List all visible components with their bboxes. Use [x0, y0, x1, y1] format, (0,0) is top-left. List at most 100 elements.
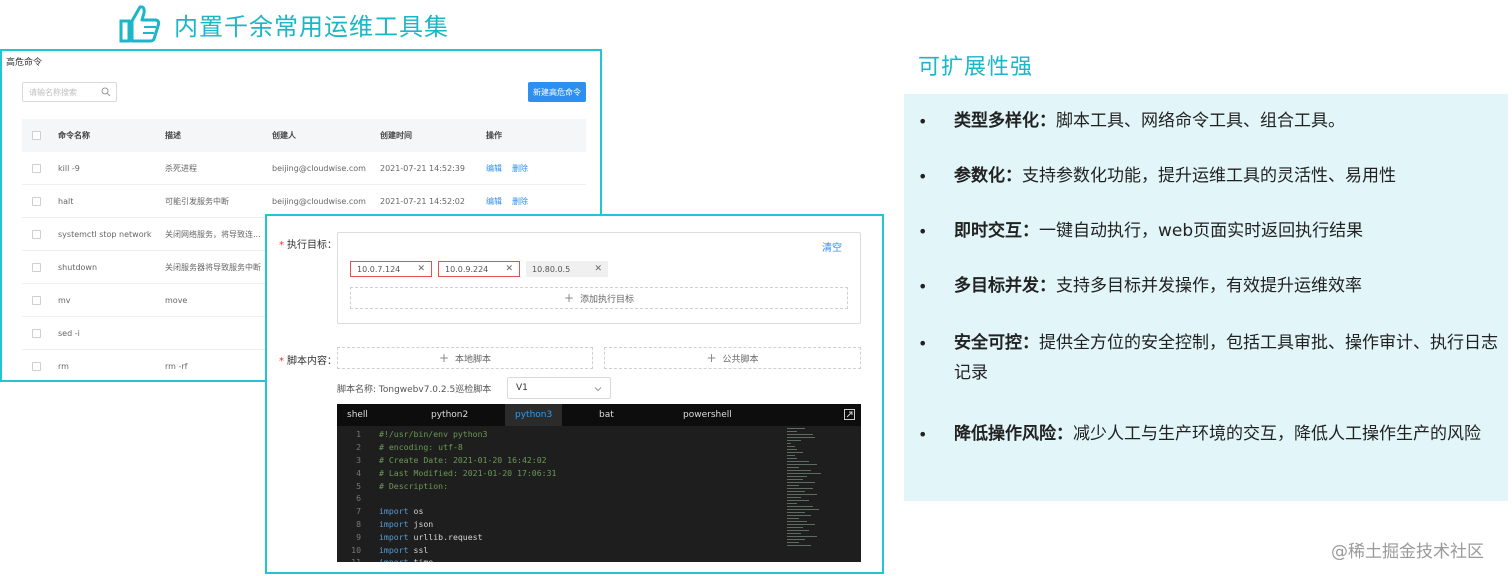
minimap-line — [787, 506, 813, 507]
row-checkbox[interactable] — [32, 361, 41, 371]
minimap-line — [787, 497, 801, 498]
edit-link[interactable]: 编辑 — [486, 197, 502, 206]
code-text: # Create Date: 2021-01-20 16:42:02 — [379, 454, 547, 465]
thumbs-up-icon — [119, 5, 161, 43]
minimap-line — [787, 536, 817, 537]
command-desc: 关闭网络服务，将导致连... — [165, 229, 261, 239]
header-title: 内置千余常用运维工具集 — [174, 12, 449, 41]
code-line: 2 # encoding: utf-8 — [337, 441, 777, 454]
row-checkbox[interactable] — [32, 196, 41, 206]
row-checkbox[interactable] — [32, 262, 41, 272]
table-header: 命令名称 描述 创建人 创建时间 操作 — [22, 119, 586, 152]
tab-shell[interactable]: shell — [347, 404, 368, 426]
minimap-line — [787, 446, 795, 447]
column-header: 操作 — [486, 131, 502, 140]
add-target-button[interactable]: + 添加执行目标 — [350, 287, 848, 309]
close-icon[interactable]: ✕ — [505, 264, 513, 274]
tab-powershell[interactable]: powershell — [683, 404, 732, 426]
column-header: 描述 — [165, 131, 181, 140]
line-number: 3 — [356, 454, 361, 465]
row-actions: 编辑 删除 — [486, 163, 576, 174]
code-area[interactable]: 1 #!/usr/bin/env python3 2 # encoding: utf-… — [337, 428, 777, 562]
search-icon — [101, 87, 111, 97]
minimap-line — [787, 461, 809, 462]
code-text: # Last Modified: 2021-01-20 17:06:31 — [379, 467, 557, 478]
column-header: 命令名称 — [58, 131, 90, 140]
column-header: 创建人 — [272, 131, 296, 140]
code-line: 3 # Create Date: 2021-01-20 16:42:02 — [337, 454, 777, 467]
minimap-line — [787, 512, 805, 513]
code-keyword: import — [379, 557, 409, 562]
line-number: 11 — [337, 557, 361, 562]
bullet: • — [918, 334, 928, 353]
tab-python3[interactable]: python3 — [505, 404, 563, 426]
minimap-line — [787, 494, 817, 495]
minimap-line — [787, 527, 803, 528]
expand-icon[interactable] — [844, 409, 855, 420]
new-danger-command-button[interactable]: 新建高危命令 — [528, 82, 586, 102]
row-checkbox[interactable] — [32, 229, 41, 239]
line-number: 8 — [356, 518, 361, 529]
bullet: • — [918, 425, 928, 444]
minimap-line — [787, 509, 819, 510]
minimap-line — [787, 539, 805, 540]
feature-item: 即时交互：一键自动执行，web页面实时返回执行结果 — [954, 221, 1364, 241]
select-all-checkbox[interactable] — [32, 131, 41, 140]
code-keyword: import — [379, 531, 409, 542]
close-icon[interactable]: ✕ — [417, 264, 425, 274]
execution-panel: * 执行目标： 清空 10.0.7.124 ✕ 10.0.9.224 ✕ 10.80.… — [265, 214, 884, 574]
feature-item: 多目标并发：支持多目标并发操作，有效提升运维效率 — [954, 276, 1362, 296]
command-name: shutdown — [58, 262, 98, 272]
row-checkbox[interactable] — [32, 163, 41, 173]
minimap-line — [787, 482, 815, 483]
feature-item: 安全可控：提供全方位的安全控制，包括工具审批、操作审计、执行日志记录 — [954, 333, 1498, 383]
minimap-line — [787, 488, 813, 489]
delete-link[interactable]: 删除 — [512, 164, 528, 173]
line-number: 2 — [356, 442, 361, 453]
local-script-button[interactable]: + 本地脚本 — [337, 347, 593, 369]
delete-link[interactable]: 删除 — [512, 197, 528, 206]
minimap-line — [787, 470, 811, 471]
code-text: # encoding: utf-8 — [379, 442, 463, 453]
row-checkbox[interactable] — [32, 295, 41, 305]
tab-bat[interactable]: bat — [599, 404, 614, 426]
row-checkbox[interactable] — [32, 328, 41, 338]
feature-item: 参数化：支持参数化功能，提升运维工具的灵活性、易用性 — [954, 166, 1396, 186]
minimap-line — [787, 485, 799, 486]
search-placeholder: 请输名称搜索 — [29, 87, 77, 97]
language-tabs: shell python2 python3 bat powershell — [337, 404, 861, 426]
command-desc: rm -rf — [165, 361, 188, 371]
line-number: 10 — [351, 544, 361, 555]
code-editor[interactable]: shell python2 python3 bat powershell 1 #!… — [337, 404, 861, 562]
minimap-line — [787, 545, 811, 546]
target-tag: 10.80.0.5 ✕ — [526, 261, 608, 277]
command-desc: 可能引发服务中断 — [165, 196, 229, 206]
minimap-line — [787, 524, 815, 525]
code-line: 4 # Last Modified: 2021-01-20 17:06:31 — [337, 466, 777, 479]
minimap-line — [787, 467, 799, 468]
section-header: 内置千余常用运维工具集 — [118, 2, 449, 46]
edit-link[interactable]: 编辑 — [486, 164, 502, 173]
public-script-button[interactable]: + 公共脚本 — [604, 347, 861, 369]
code-line: 11 import time — [337, 556, 777, 562]
watermark: @稀土掘金技术社区 — [1331, 542, 1484, 562]
code-minimap[interactable] — [787, 428, 827, 558]
minimap-line — [787, 455, 795, 456]
line-number: 4 — [356, 467, 361, 478]
minimap-line — [787, 503, 797, 504]
minimap-line — [787, 458, 797, 459]
search-input[interactable]: 请输名称搜索 — [22, 82, 117, 102]
command-name: kill -9 — [58, 163, 80, 173]
command-name: systemctl stop network — [58, 229, 152, 239]
version-select[interactable]: V1 — [507, 377, 611, 399]
tab-python2[interactable]: python2 — [431, 404, 468, 426]
plus-icon: + — [706, 351, 717, 365]
clear-link[interactable]: 清空 — [822, 239, 842, 254]
code-text: json — [413, 518, 434, 529]
minimap-line — [787, 437, 815, 438]
code-keyword: import — [379, 518, 409, 529]
close-icon[interactable]: ✕ — [594, 264, 602, 274]
target-tag: 10.0.9.224 ✕ — [438, 261, 520, 277]
line-number: 6 — [356, 493, 361, 504]
command-creator: beijing@cloudwise.com — [272, 163, 366, 173]
